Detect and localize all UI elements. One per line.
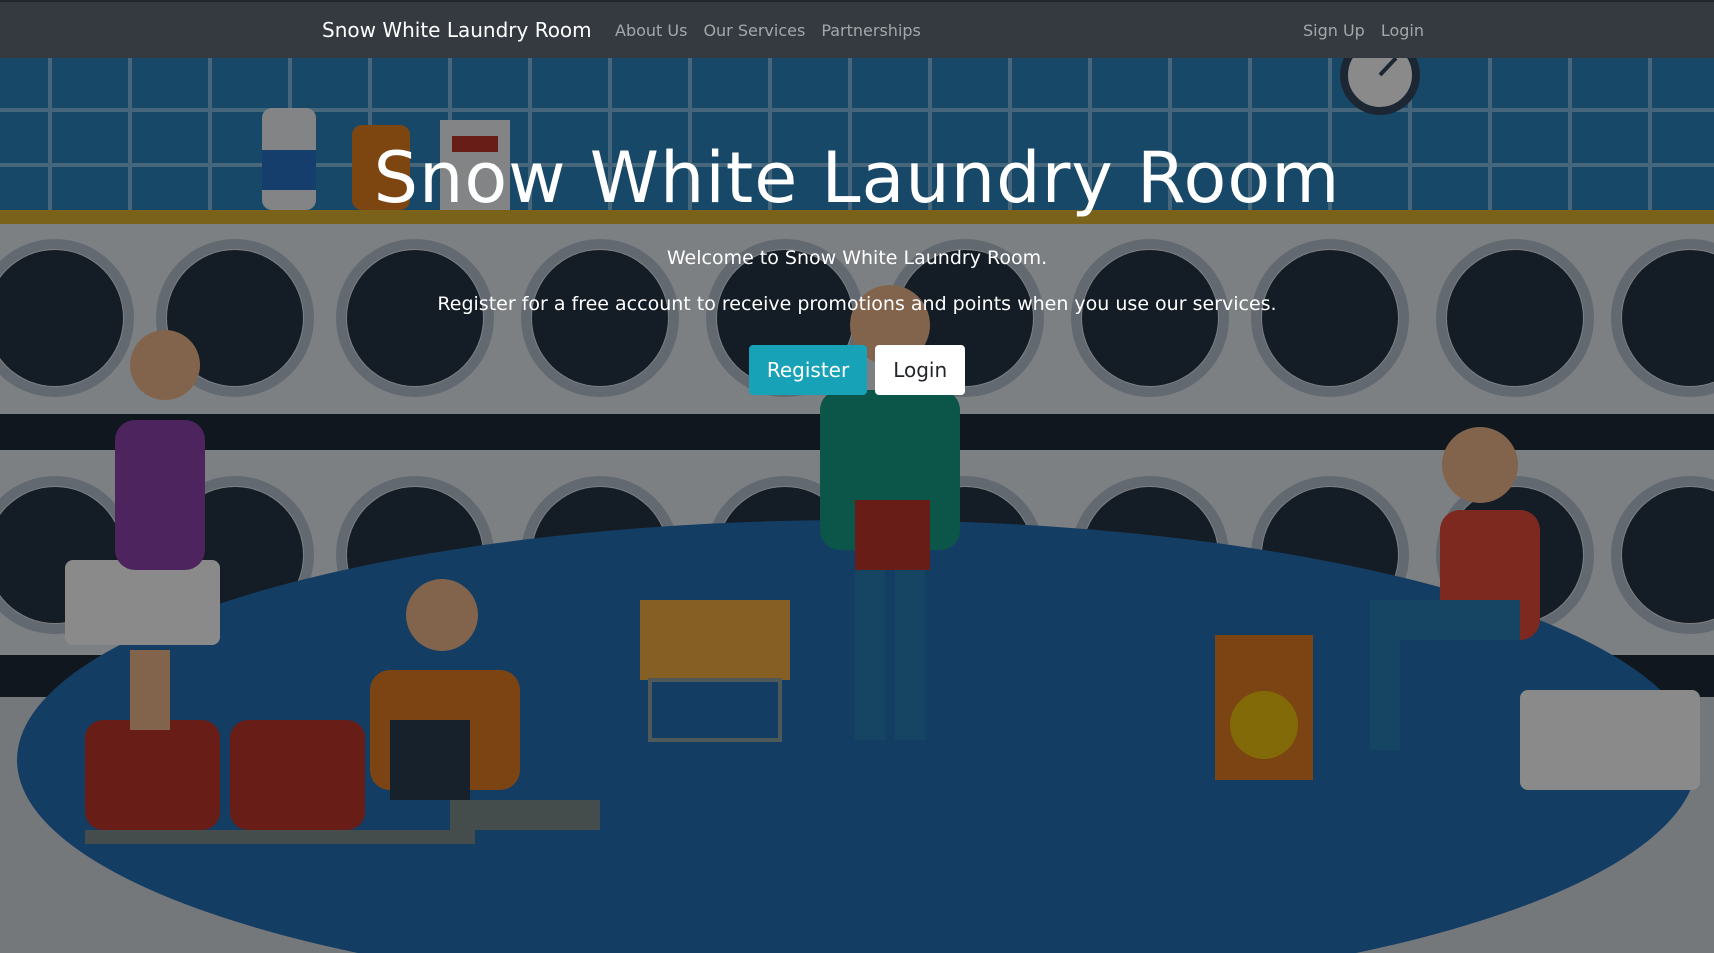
nav-link-sign-up[interactable]: Sign Up: [1303, 21, 1365, 40]
navbar-brand[interactable]: Snow White Laundry Room: [322, 18, 592, 42]
nav-link-about-us[interactable]: About Us: [615, 21, 687, 40]
navbar-right-links: Sign Up Login: [1303, 21, 1424, 40]
page: Snow White Laundry Room About Us Our Ser…: [0, 0, 1714, 953]
register-button[interactable]: Register: [748, 345, 868, 395]
hero-title: Snow White Laundry Room: [373, 137, 1341, 219]
nav-link-our-services[interactable]: Our Services: [703, 21, 805, 40]
navbar-left-links: About Us Our Services Partnerships: [615, 21, 921, 40]
login-button[interactable]: Login: [875, 345, 966, 395]
hero-buttons: Register Login: [0, 345, 1714, 395]
nav-link-login[interactable]: Login: [1381, 21, 1424, 40]
hero-welcome-text: Welcome to Snow White Laundry Room.: [666, 247, 1048, 269]
nav-link-partnerships[interactable]: Partnerships: [821, 21, 921, 40]
top-navbar: Snow White Laundry Room About Us Our Ser…: [0, 0, 1714, 58]
hero-section: Snow White Laundry Room Welcome to Snow …: [0, 58, 1714, 395]
hero-subtitle: Register for a free account to receive p…: [437, 293, 1277, 315]
